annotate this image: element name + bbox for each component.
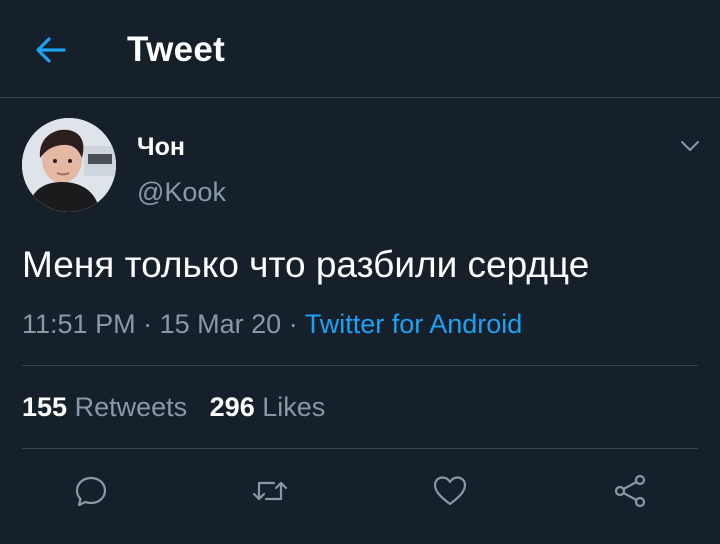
back-button[interactable] <box>30 32 70 68</box>
avatar[interactable] <box>22 118 116 212</box>
avatar-photo <box>22 118 116 212</box>
likes-stat[interactable]: 296 Likes <box>210 392 326 422</box>
meta-separator: · <box>288 309 298 339</box>
action-bar <box>0 466 720 516</box>
author-handle[interactable]: @Kook <box>137 177 226 208</box>
retweets-count: 155 <box>22 392 68 422</box>
likes-count: 296 <box>209 392 255 422</box>
reply-button[interactable] <box>66 466 116 516</box>
reply-icon <box>75 476 107 507</box>
retweet-icon <box>252 481 288 501</box>
author-name[interactable]: Чон <box>137 133 185 162</box>
tweet-date: 15 Mar 20 <box>159 309 282 339</box>
retweets-stat[interactable]: 155 Retweets <box>22 392 187 422</box>
tweet-stats: 155 Retweets 296 Likes <box>22 392 325 423</box>
more-options-button[interactable] <box>678 134 702 158</box>
like-button[interactable] <box>425 466 475 516</box>
like-icon <box>433 476 467 506</box>
likes-label: Likes <box>262 392 326 422</box>
tweet-text: Меня только что разбили сердце <box>22 244 590 285</box>
retweet-button[interactable] <box>245 466 295 516</box>
meta-separator: · <box>143 309 153 339</box>
tweet-meta: 11:51 PM · 15 Mar 20 · Twitter for Andro… <box>22 309 522 340</box>
retweets-label: Retweets <box>74 392 188 422</box>
chevron-down-icon <box>681 141 699 151</box>
top-bar: Tweet <box>0 0 720 98</box>
tweet-time: 11:51 PM <box>22 309 136 339</box>
divider <box>22 448 698 449</box>
tweet-source-link[interactable]: Twitter for Android <box>305 309 523 339</box>
arrow-left-icon <box>36 37 66 63</box>
share-button[interactable] <box>605 466 655 516</box>
page-title: Tweet <box>127 30 226 69</box>
divider <box>22 365 698 366</box>
share-icon <box>614 474 646 508</box>
